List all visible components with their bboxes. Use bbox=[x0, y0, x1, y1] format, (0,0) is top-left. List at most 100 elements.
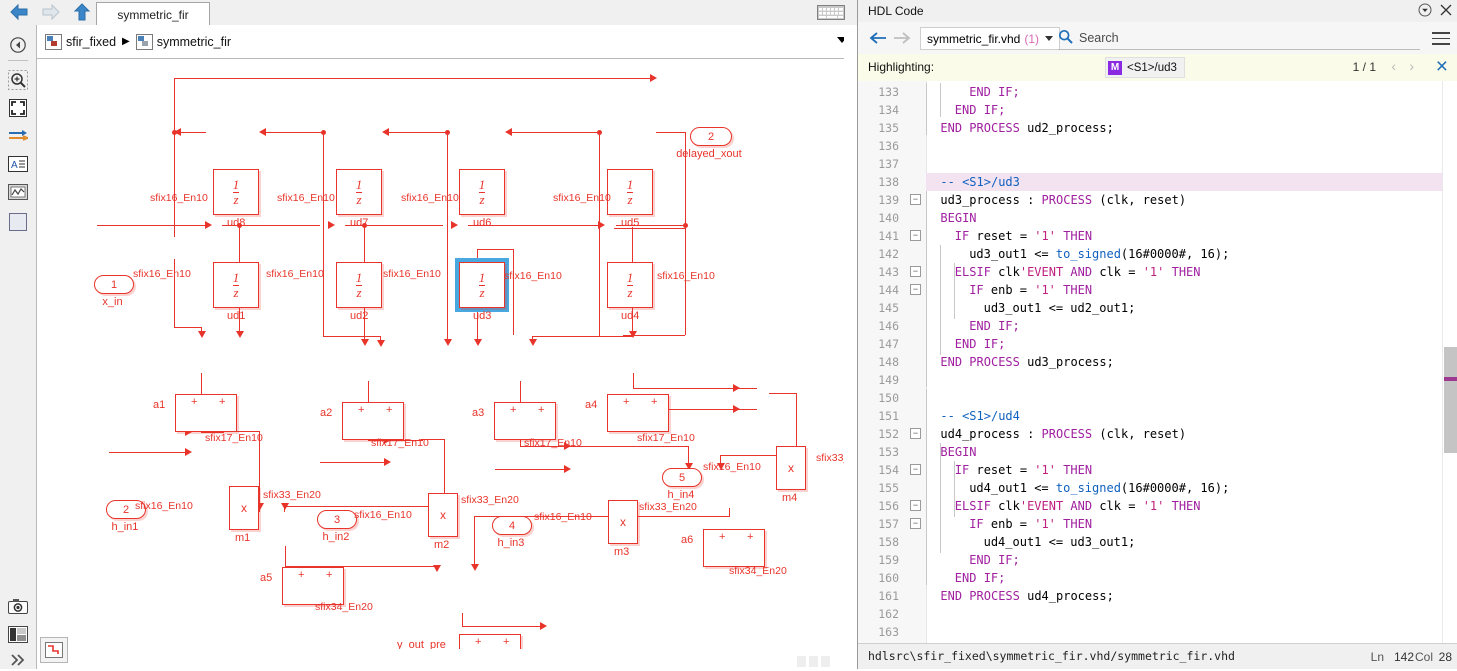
indent-guide bbox=[926, 83, 927, 135]
line-number: 157 bbox=[858, 515, 899, 533]
highlighting-close-button[interactable]: × bbox=[1436, 55, 1448, 79]
block-ud3[interactable]: 1z bbox=[459, 262, 505, 308]
zoom-in-icon[interactable] bbox=[7, 69, 29, 91]
wire-arrow bbox=[564, 465, 571, 473]
camera-icon[interactable] bbox=[7, 595, 29, 617]
model-vertical-scrollbar[interactable] bbox=[844, 25, 857, 669]
wire bbox=[97, 225, 209, 226]
code-vertical-scrollbar[interactable] bbox=[1442, 81, 1457, 644]
hdl-file-selector[interactable]: symmetric_fir.vhd (1) bbox=[920, 27, 1060, 50]
block-y_out_pre[interactable]: ++ bbox=[459, 634, 521, 649]
wire bbox=[769, 393, 797, 394]
line-number: 158 bbox=[858, 533, 899, 551]
fit-to-view-icon[interactable] bbox=[7, 97, 29, 119]
model-navigation-buttons bbox=[8, 2, 92, 22]
code-fold-toggle[interactable]: − bbox=[910, 266, 921, 277]
model-horizontal-scrollbar[interactable] bbox=[37, 655, 844, 669]
port-delayed_xout[interactable]: 2 bbox=[690, 127, 732, 146]
hdl-search-field[interactable]: Search bbox=[1058, 27, 1420, 50]
block-label-ud4: ud4 bbox=[621, 310, 639, 322]
block-a4[interactable]: ++ bbox=[607, 394, 669, 432]
code-fold-toggle[interactable]: − bbox=[910, 464, 921, 475]
signal-lines-icon[interactable] bbox=[7, 125, 29, 147]
back-arrow-icon[interactable] bbox=[868, 28, 888, 48]
indent-guide bbox=[940, 245, 941, 355]
block-m1[interactable]: x bbox=[229, 486, 259, 530]
code-fold-toggle[interactable]: − bbox=[910, 500, 921, 511]
block-m3[interactable]: x bbox=[608, 500, 638, 544]
wire-arrow bbox=[444, 339, 452, 346]
annotation-icon[interactable]: A bbox=[7, 153, 29, 175]
code-fold-toggle[interactable]: − bbox=[910, 230, 921, 241]
sum-plus-1: + bbox=[475, 636, 481, 648]
forward-arrow-icon[interactable] bbox=[892, 28, 912, 48]
block-a2[interactable]: ++ bbox=[342, 402, 404, 440]
line-number: 156 bbox=[858, 497, 899, 515]
wire-arrow bbox=[474, 339, 482, 346]
line-number: 160 bbox=[858, 569, 899, 587]
port-x_in[interactable]: 1 bbox=[94, 275, 134, 294]
breadcrumb-item-0[interactable]: sfir_fixed bbox=[45, 34, 116, 50]
up-arrow-icon[interactable] bbox=[72, 2, 92, 22]
signal-label: sfix17_En10 bbox=[524, 437, 582, 449]
highlighting-chip-text: <S1>/ud3 bbox=[1127, 62, 1177, 74]
block-ud1[interactable]: 1z bbox=[213, 262, 259, 308]
scrollbar-thumb[interactable] bbox=[1444, 347, 1457, 453]
highlighting-prev-button[interactable]: ‹ bbox=[1391, 58, 1396, 74]
line-number: 135 bbox=[858, 119, 899, 137]
wire bbox=[601, 446, 689, 447]
model-tab-symmetric-fir[interactable]: symmetric_fir bbox=[96, 2, 210, 27]
block-ud6[interactable]: 1z bbox=[459, 169, 505, 215]
subsystem-block-icon[interactable] bbox=[7, 211, 29, 233]
code-fold-toggle[interactable]: − bbox=[910, 194, 921, 205]
line-number: 136 bbox=[858, 137, 899, 155]
sum-plus-2: + bbox=[219, 396, 225, 408]
port-h_in3[interactable]: 4 bbox=[492, 516, 532, 535]
breadcrumb-item-1[interactable]: symmetric_fir bbox=[136, 34, 231, 50]
forward-arrow-icon[interactable] bbox=[40, 2, 62, 22]
block-label-m3: m3 bbox=[614, 546, 629, 558]
layout-icon[interactable] bbox=[7, 623, 29, 645]
block-ud2[interactable]: 1z bbox=[336, 262, 382, 308]
signal-label: sfix33_En20 bbox=[639, 501, 697, 513]
panel-close-icon[interactable] bbox=[1440, 4, 1452, 19]
signal-label: sfix34_En20 bbox=[315, 601, 373, 613]
block-a3[interactable]: ++ bbox=[494, 402, 556, 440]
code-fold-toggle[interactable]: − bbox=[910, 428, 921, 439]
line-number: 141 bbox=[858, 227, 899, 245]
highlighting-chip[interactable]: M <S1>/ud3 bbox=[1105, 57, 1185, 78]
back-arrow-icon[interactable] bbox=[8, 2, 30, 22]
dock-dropdown-icon[interactable] bbox=[1418, 3, 1432, 20]
column-label: Col bbox=[1415, 650, 1433, 664]
hamburger-menu-icon[interactable] bbox=[1432, 32, 1450, 49]
block-a5[interactable]: ++ bbox=[282, 567, 344, 605]
waveform-icon[interactable] bbox=[40, 637, 68, 663]
block-m4[interactable]: x bbox=[776, 446, 806, 490]
model-tab-bar: symmetric_fir bbox=[0, 0, 857, 26]
line-number: 139 bbox=[858, 191, 899, 209]
model-canvas[interactable]: 1zud81zud71zud61zud51zud11zud21zud31zud4… bbox=[37, 59, 844, 649]
block-ud4[interactable]: 1z bbox=[607, 262, 653, 308]
signal-label: sfix33_En20 bbox=[461, 494, 519, 506]
scope-icon[interactable] bbox=[7, 181, 29, 203]
wire-arrow bbox=[281, 503, 289, 510]
code-line: END IF; bbox=[926, 551, 1020, 569]
block-a6[interactable]: ++ bbox=[703, 529, 765, 567]
block-a1[interactable]: ++ bbox=[175, 394, 237, 432]
expand-toolbar-icon[interactable] bbox=[7, 649, 29, 671]
block-ud5[interactable]: 1z bbox=[607, 169, 653, 215]
block-m2[interactable]: x bbox=[428, 493, 458, 537]
highlighting-next-button[interactable]: › bbox=[1409, 58, 1414, 74]
code-line: END IF; bbox=[926, 569, 1005, 587]
line-number: 159 bbox=[858, 551, 899, 569]
port-h_in2[interactable]: 3 bbox=[317, 510, 357, 529]
port-h_in4[interactable]: 5 bbox=[662, 468, 702, 487]
code-fold-toggle[interactable]: − bbox=[910, 284, 921, 295]
block-ud7[interactable]: 1z bbox=[336, 169, 382, 215]
keyboard-icon[interactable] bbox=[817, 5, 845, 20]
back-to-parent-icon[interactable] bbox=[7, 34, 29, 56]
hdl-code-editor[interactable]: 133END IF;134END IF;135END PROCESS ud2_p… bbox=[858, 81, 1457, 644]
block-ud8[interactable]: 1z bbox=[213, 169, 259, 215]
signal-label: sfix16_En10 bbox=[383, 268, 441, 280]
code-fold-toggle[interactable]: − bbox=[910, 518, 921, 529]
